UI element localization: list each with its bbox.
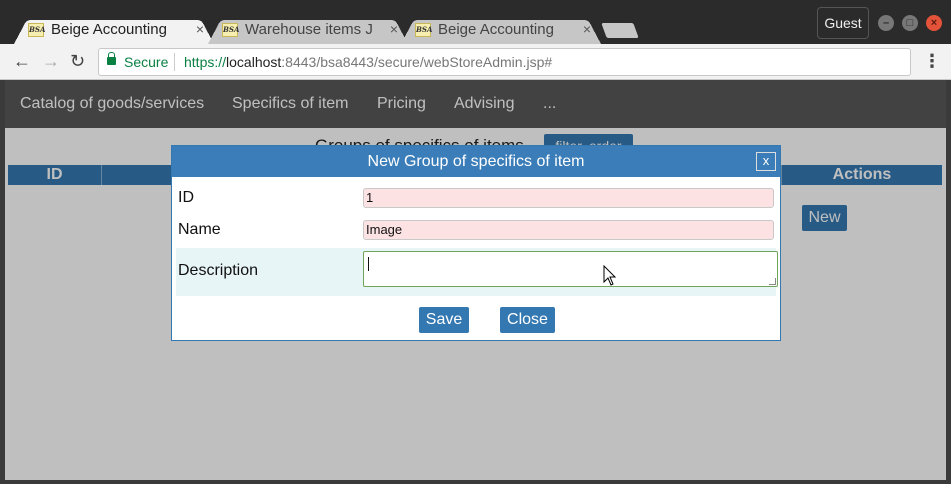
mouse-pointer-icon — [603, 265, 617, 286]
url-text: https://localhost:8443/bsa8443/secure/we… — [184, 54, 553, 70]
name-label: Name — [178, 221, 221, 238]
dialog-close-icon[interactable]: x — [756, 152, 776, 171]
close-window-icon[interactable]: × — [926, 15, 942, 31]
bsa-favicon-icon: BSA — [28, 23, 45, 37]
reload-icon[interactable]: ↻ — [70, 51, 85, 72]
form-row-description: Description — [176, 248, 778, 296]
browser-tab-1[interactable]: BSA Beige Accounting × — [14, 16, 214, 44]
dialog-title: New Group of specifics of item — [172, 146, 780, 177]
browser-tab-3[interactable]: BSA Beige Accounting × — [401, 16, 601, 44]
tab-title: Warehouse items J — [245, 21, 373, 38]
save-button[interactable]: Save — [419, 307, 469, 333]
address-bar[interactable]: Secure https://localhost:8443/bsa8443/se… — [98, 48, 911, 76]
page-viewport: Catalog of goods/services Specifics of i… — [5, 80, 946, 480]
maximize-icon[interactable]: □ — [902, 15, 918, 31]
id-label: ID — [178, 189, 194, 206]
new-tab-button[interactable] — [601, 23, 639, 38]
form-row-id: ID 1 — [176, 184, 776, 212]
browser-menu-icon[interactable]: ⋮ — [923, 51, 941, 72]
tab-title: Beige Accounting — [51, 21, 167, 38]
divider — [174, 53, 175, 71]
close-tab-icon[interactable]: × — [196, 21, 204, 37]
id-field[interactable]: 1 — [363, 188, 774, 208]
minimize-icon[interactable]: – — [878, 15, 894, 31]
resize-grip-icon[interactable] — [769, 278, 776, 285]
secure-label: Secure — [124, 54, 169, 70]
new-group-dialog: New Group of specifics of item x ID 1 Na… — [171, 145, 781, 341]
description-textarea[interactable] — [363, 251, 778, 287]
tab-title: Beige Accounting — [438, 21, 554, 38]
close-button[interactable]: Close — [500, 307, 555, 333]
text-caret — [368, 257, 369, 271]
lock-icon — [107, 52, 116, 65]
name-field[interactable]: Image — [363, 220, 774, 240]
browser-tabstrip: BSA Beige Accounting × BSA Warehouse ite… — [0, 0, 951, 44]
form-row-name: Name Image — [176, 216, 776, 244]
browser-tab-2[interactable]: BSA Warehouse items J × — [208, 16, 408, 44]
description-label: Description — [178, 262, 259, 279]
back-icon[interactable]: ← — [13, 51, 31, 72]
bsa-favicon-icon: BSA — [222, 23, 239, 37]
profile-button[interactable]: Guest — [817, 7, 869, 39]
forward-icon[interactable]: → — [42, 51, 60, 72]
close-tab-icon[interactable]: × — [583, 21, 591, 37]
browser-toolbar: ← → ↻ Secure https://localhost:8443/bsa8… — [0, 44, 951, 80]
close-tab-icon[interactable]: × — [390, 21, 398, 37]
bsa-favicon-icon: BSA — [415, 23, 432, 37]
